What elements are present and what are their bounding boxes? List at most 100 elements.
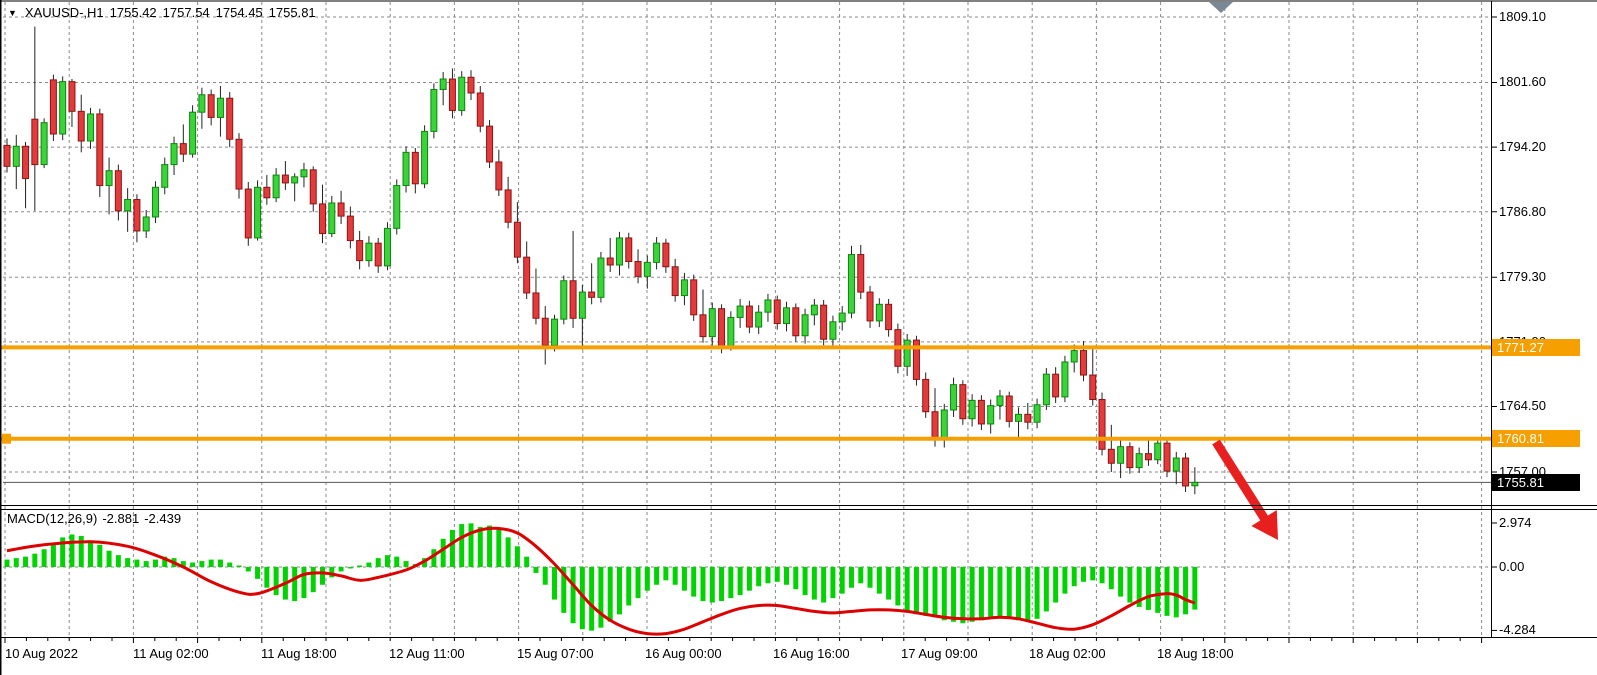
symbol-dropdown-icon[interactable]: ▼ [8, 8, 17, 18]
macd-histogram-bar [793, 567, 798, 589]
macd-histogram-bar [496, 530, 501, 567]
macd-histogram-bar [227, 563, 232, 567]
candle [700, 289, 706, 342]
candle-body-down [774, 300, 780, 324]
candle [867, 286, 873, 328]
symbol-period-label: XAUUSD-,H1 [25, 5, 104, 20]
price-tick-label: 1786.80 [1499, 204, 1546, 219]
candle [709, 303, 715, 347]
macd-histogram-bar [933, 567, 938, 617]
candle-body-down [524, 257, 530, 293]
candle-body-down [505, 190, 511, 222]
main-chart-surface[interactable] [0, 2, 1491, 637]
candle [310, 166, 316, 211]
macd-histogram-bar [5, 560, 10, 567]
candle [23, 142, 29, 208]
macd-tick-label: -4.284 [1499, 622, 1536, 637]
candle-body-down [4, 145, 10, 166]
macd-histogram-bar [589, 567, 594, 631]
candle [422, 125, 428, 188]
candle-body-up [273, 175, 279, 198]
candle [134, 194, 140, 242]
ohlc-close-value: 1755.81 [269, 5, 316, 20]
macd-histogram-bar [1044, 567, 1049, 611]
candle [570, 231, 576, 328]
macd-indicator-label: MACD(12,26,9) [7, 511, 97, 526]
candle-body-down [514, 222, 520, 257]
macd-histogram-bar [153, 560, 158, 567]
candle-body-down [1006, 396, 1012, 421]
candle [960, 380, 966, 425]
candle [180, 124, 186, 162]
candle [848, 246, 854, 318]
macd-histogram-bar [803, 567, 808, 595]
candle-body-up [728, 317, 734, 347]
candle-body-down [691, 280, 697, 315]
macd-panel-surface[interactable] [3, 523, 1491, 634]
price-tick-label: 1801.60 [1499, 74, 1546, 89]
macd-histogram-bar [923, 567, 928, 616]
candle-body-down [1108, 449, 1114, 463]
macd-histogram-bar [886, 567, 891, 600]
candle [1136, 448, 1142, 473]
candle-body-down [923, 379, 929, 411]
candle-body-up [784, 308, 790, 324]
candle [282, 161, 288, 190]
candle-body-up [765, 300, 771, 312]
candle-body-down [542, 318, 548, 345]
candle [1192, 467, 1198, 494]
candle [802, 309, 808, 344]
candle [208, 89, 214, 125]
candle-body-up [217, 98, 223, 117]
candle-body-up [1118, 447, 1124, 464]
candle [913, 336, 919, 386]
candle-body-down [867, 292, 873, 321]
candle [1145, 438, 1151, 466]
candle-body-up [152, 187, 158, 217]
macd-histogram-bar [1025, 567, 1030, 622]
candle [904, 334, 910, 376]
macd-histogram-bar [830, 567, 835, 598]
macd-histogram-bar [469, 523, 474, 567]
ohlc-high-value: 1757.54 [163, 5, 210, 20]
candle [199, 88, 205, 129]
macd-histogram-bar [979, 567, 984, 620]
candle [394, 179, 400, 234]
macd-histogram-bar [960, 567, 965, 623]
candle [524, 241, 530, 299]
candle [217, 86, 223, 137]
candle [1053, 367, 1059, 403]
level-anchor-marker[interactable] [2, 434, 11, 444]
candle [1034, 399, 1040, 429]
candle [876, 298, 882, 327]
candle [756, 305, 762, 334]
macd-histogram-bar [97, 545, 102, 567]
candle [978, 395, 984, 430]
macd-histogram-bar [571, 567, 576, 623]
candle [746, 301, 752, 333]
macd-histogram-bar [765, 567, 770, 583]
candle-body-down [264, 187, 270, 197]
candle [496, 150, 502, 196]
candle [366, 236, 372, 267]
macd-histogram-bar [320, 567, 325, 585]
candle [384, 222, 390, 270]
candle [487, 120, 493, 168]
candle [69, 79, 75, 127]
candle-body-up [1155, 443, 1161, 460]
candle-body-down [746, 306, 752, 327]
candle [821, 300, 827, 345]
candle [561, 275, 567, 324]
candle-body-down [23, 146, 29, 178]
candle-body-up [60, 82, 66, 134]
macd-histogram-bar [515, 546, 520, 567]
candle-body-down [858, 255, 864, 293]
candle [579, 285, 585, 350]
candle-body-down [1127, 447, 1133, 468]
macd-histogram-bar [812, 567, 817, 600]
macd-histogram-bar [942, 567, 947, 620]
chart-canvas[interactable] [0, 0, 1597, 675]
price-tick-label: 1809.10 [1499, 9, 1546, 24]
macd-histogram-bar [654, 567, 659, 585]
candle-body-down [134, 200, 140, 231]
